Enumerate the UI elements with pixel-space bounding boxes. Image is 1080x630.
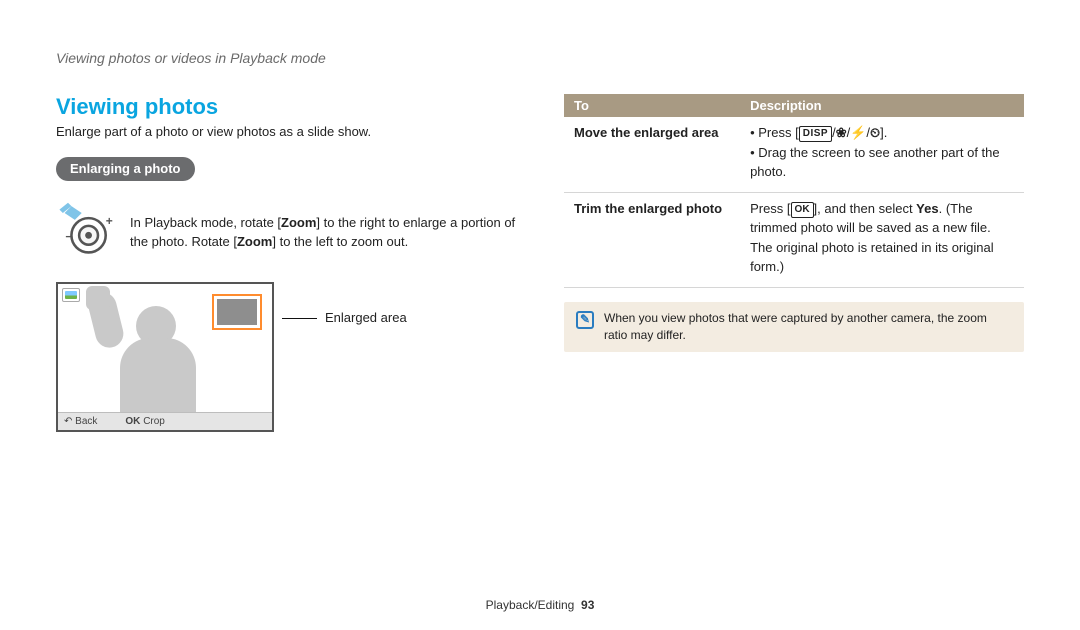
- section-title: Viewing photos: [56, 94, 516, 120]
- macro-icon: ❀: [836, 125, 847, 140]
- note-box: ✎ When you view photos that were capture…: [564, 302, 1024, 353]
- row-label: Trim the enlarged photo: [564, 192, 740, 287]
- right-column: To Description Move the enlarged area • …: [564, 94, 1024, 432]
- flash-icon: ⚡: [850, 125, 866, 140]
- row-description: • Press [DISP/❀/⚡/⏲]. • Drag the screen …: [740, 117, 1024, 192]
- camera-screenshot: ↶ Back OK Crop: [56, 282, 274, 432]
- note-icon: ✎: [576, 311, 594, 329]
- gallery-chip-icon: [62, 288, 80, 302]
- ok-button-icon: OK: [791, 202, 814, 218]
- section-subtitle: Enlarge part of a photo or view photos a…: [56, 124, 516, 139]
- col-description: Description: [740, 94, 1024, 117]
- svg-text:−: −: [65, 229, 72, 243]
- breadcrumb: Viewing photos or videos in Playback mod…: [56, 50, 1024, 66]
- photo-silhouette: [86, 292, 206, 412]
- svg-text:+: +: [106, 214, 113, 228]
- leader-line: [282, 318, 317, 319]
- zoom-instruction: In Playback mode, rotate [Zoom] to the r…: [130, 214, 516, 252]
- table-row: Trim the enlarged photo Press [OK], and …: [564, 192, 1024, 287]
- enlarged-area-callout: [212, 294, 262, 330]
- timer-icon: ⏲: [870, 125, 880, 140]
- description-table: To Description Move the enlarged area • …: [564, 94, 1024, 288]
- disp-button-icon: DISP: [799, 126, 832, 142]
- left-column: Viewing photos Enlarge part of a photo o…: [56, 94, 516, 432]
- row-description: Press [OK], and then select Yes. (The tr…: [740, 192, 1024, 287]
- zoom-dial-icon: − +: [56, 201, 116, 264]
- page-footer: Playback/Editing 93: [0, 598, 1080, 612]
- table-row: Move the enlarged area • Press [DISP/❀/⚡…: [564, 117, 1024, 192]
- subheading-pill: Enlarging a photo: [56, 157, 195, 181]
- back-icon: ↶: [64, 416, 72, 427]
- row-label: Move the enlarged area: [564, 117, 740, 192]
- col-to: To: [564, 94, 740, 117]
- enlarged-area-caption: Enlarged area: [325, 310, 407, 325]
- camera-statusbar: ↶ Back OK Crop: [58, 412, 272, 430]
- note-text: When you view photos that were captured …: [604, 310, 1012, 345]
